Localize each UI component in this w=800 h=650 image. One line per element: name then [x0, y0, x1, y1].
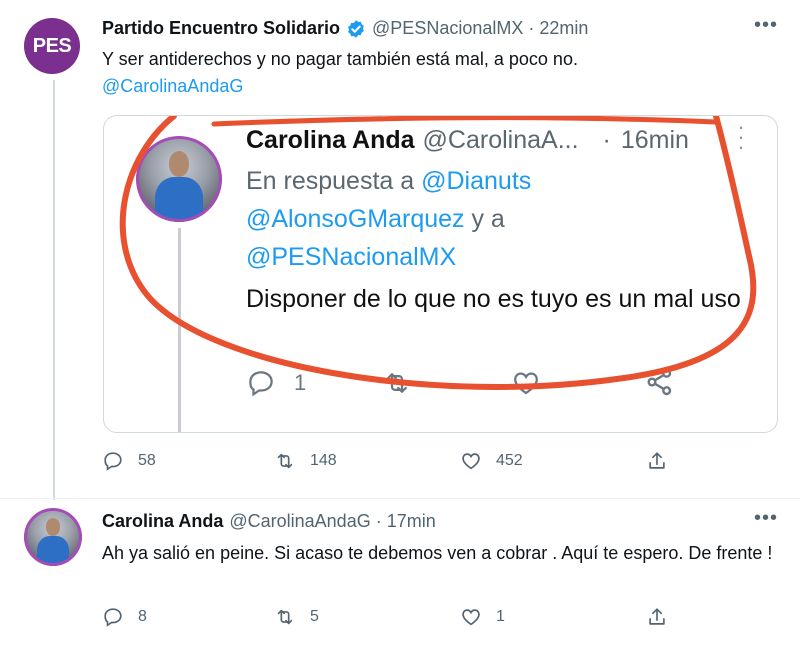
avatar-pes-text: PES — [32, 34, 72, 57]
tweet1-text: Y ser antiderechos y no pagar también es… — [102, 46, 762, 100]
quote-handle: @CarolinaA... — [422, 126, 579, 154]
tweet1-share-button[interactable] — [646, 450, 682, 472]
reply-icon — [104, 452, 122, 471]
tweet1-author-name[interactable]: Partido Encuentro Solidario — [102, 18, 340, 39]
tweet2-share-button[interactable] — [646, 606, 682, 628]
quote-reply-to: En respuesta a @Dianuts @AlonsoGMarquez … — [246, 162, 531, 276]
quote-avatar — [136, 136, 222, 222]
like-icon — [462, 453, 480, 470]
like-icon — [462, 609, 480, 626]
share-icon — [649, 452, 665, 469]
tweet2-like-count: 1 — [496, 608, 505, 625]
avatar-pes[interactable]: PES — [24, 18, 80, 74]
quote-share-icon — [647, 368, 672, 396]
avatar-carolina[interactable] — [24, 508, 82, 566]
share-icon — [649, 608, 665, 625]
divider — [0, 498, 800, 499]
tweet1-mention[interactable]: @CarolinaAndaG — [102, 76, 243, 96]
quote-author-name: Carolina Anda — [246, 126, 415, 154]
tweet2-like-button[interactable]: 1 — [460, 606, 505, 628]
quote-dot: · — [602, 126, 611, 154]
quote-thread-line — [178, 228, 181, 432]
tweet2-time[interactable]: 17min — [387, 511, 436, 532]
tweet2-reply-count: 8 — [138, 608, 147, 625]
tweet1-reply-button[interactable]: 58 — [102, 450, 156, 472]
tweet1-time[interactable]: 22min — [539, 18, 588, 39]
tweet2-reply-button[interactable]: 8 — [102, 606, 147, 628]
quote-actions: 1 — [246, 366, 676, 406]
quote-reply-mention3: @PESNacionalMX — [246, 243, 457, 271]
quote-reply-icon — [249, 371, 273, 397]
tweet2-retweet-count: 5 — [310, 608, 319, 625]
tweet2-header: Carolina Anda @CarolinaAndaG · 17min — [102, 511, 436, 532]
tweet1-text-body: Y ser antiderechos y no pagar también es… — [102, 49, 578, 69]
tweet1-dot: · — [528, 18, 535, 38]
tweet1-handle[interactable]: @PESNacionalMX — [372, 18, 523, 39]
retweet-icon — [277, 453, 293, 469]
tweet2-dot: · — [375, 511, 382, 531]
tweet1-actions: 58 148 452 — [102, 450, 682, 480]
quote-like-icon — [514, 372, 538, 395]
tweet1-more-icon[interactable]: ••• — [754, 14, 778, 37]
tweet1-retweet-count: 148 — [310, 452, 337, 469]
quote-reply-mention1: @Dianuts — [421, 167, 532, 195]
tweet2-retweet-button[interactable]: 5 — [274, 606, 319, 628]
quote-retweet-icon — [387, 373, 407, 393]
thread-line — [53, 80, 55, 500]
quote-more-icon: · · · — [737, 115, 745, 159]
tweet2-actions: 8 5 1 — [102, 606, 682, 636]
verified-icon — [348, 19, 364, 38]
tweet2-handle[interactable]: @CarolinaAndaG — [229, 511, 370, 532]
quote-text: Disponer de lo que no es tuyo es un mal … — [246, 285, 741, 313]
tweet1-header: Partido Encuentro Solidario @PESNacional… — [102, 18, 588, 39]
quote-reply-count: 1 — [294, 370, 307, 395]
quote-reply-mention2: @AlonsoGMarquez — [246, 205, 465, 233]
retweet-icon — [277, 609, 293, 625]
quote-reply-prefix: En respuesta a — [246, 167, 415, 195]
reply-icon — [104, 608, 122, 627]
quote-reply-and: y a — [471, 205, 505, 233]
tweet2-more-icon[interactable]: ••• — [754, 507, 778, 530]
tweet1-retweet-button[interactable]: 148 — [274, 450, 337, 472]
tweet1-reply-count: 58 — [138, 452, 156, 469]
quote-header: Carolina Anda @CarolinaA... · 16min — [246, 126, 689, 155]
tweet2-author-name[interactable]: Carolina Anda — [102, 511, 223, 532]
tweet1-like-button[interactable]: 452 — [460, 450, 523, 472]
embedded-screenshot[interactable]: Carolina Anda @CarolinaA... · 16min · · · … — [103, 115, 778, 433]
tweet2-text: Ah ya salió en peine. Si acaso te debemo… — [102, 543, 773, 563]
tweet1-like-count: 452 — [496, 452, 523, 469]
quote-time: 16min — [620, 126, 689, 154]
